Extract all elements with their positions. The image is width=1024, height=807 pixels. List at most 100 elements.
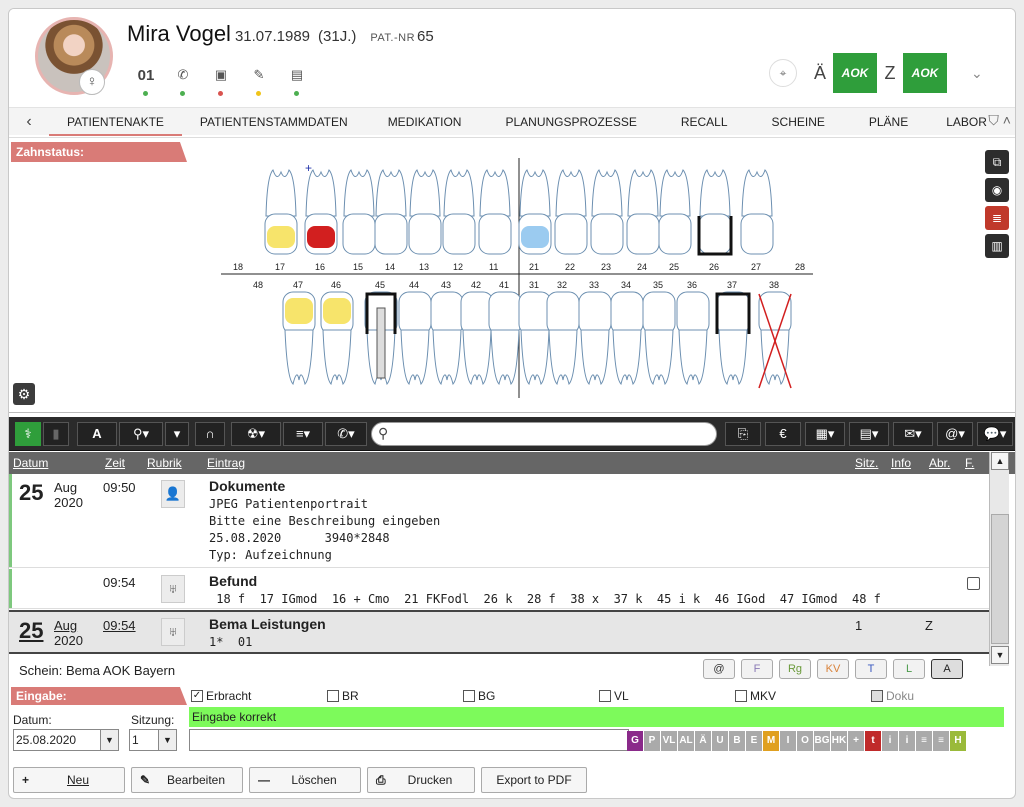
text-icon[interactable]: A [77, 422, 117, 446]
checkbox-box[interactable] [327, 690, 339, 702]
gear-icon[interactable]: ⚙ [13, 383, 35, 405]
schein-button[interactable]: T [855, 659, 887, 679]
schein-button[interactable]: Rg [779, 659, 811, 679]
checkbox-box[interactable] [735, 690, 747, 702]
checkbox-box[interactable]: ✓ [191, 690, 203, 702]
tab-medikation[interactable]: MEDIKATION [366, 108, 484, 136]
schein-button[interactable]: L [893, 659, 925, 679]
code-button[interactable]: Ä [695, 731, 711, 751]
schein-button[interactable]: KV [817, 659, 849, 679]
schein-button[interactable]: @ [703, 659, 735, 679]
checkbox-box[interactable] [871, 690, 883, 702]
code-button[interactable]: BG [814, 731, 830, 751]
scroll-up-icon[interactable]: ▲ [991, 452, 1009, 470]
search-input[interactable]: ⚲ [371, 422, 717, 446]
calendar-icon[interactable]: ▦▾ [805, 422, 845, 446]
caduceus-icon[interactable]: ⚕ [15, 422, 41, 446]
clipboard-icon[interactable]: ⎘ [725, 422, 761, 446]
tab-patientenstammdaten[interactable]: PATIENTENSTAMMDATEN [182, 108, 366, 136]
code-button[interactable]: M [763, 731, 779, 751]
dropdown-icon[interactable]: ▾ [165, 422, 189, 446]
chevron-down-icon[interactable]: ▼ [100, 730, 118, 750]
xray-icon[interactable]: ▥ [985, 234, 1009, 258]
pencil-icon[interactable]: ✎ [247, 67, 271, 96]
schein-button[interactable]: A [931, 659, 963, 679]
aok-logo-z[interactable]: AOK [903, 53, 947, 93]
table-row[interactable]: 09:54 ♅ Befund 18 f 17 IGmod 16 + Cmo 21… [9, 569, 989, 609]
card-icon[interactable]: ▣ [209, 67, 233, 96]
export-pdf-button[interactable]: Export to PDF [481, 767, 587, 793]
code-button[interactable]: I [780, 731, 796, 751]
tooth-filter-icon[interactable]: ▮ [43, 422, 69, 446]
code-button[interactable]: B [729, 731, 745, 751]
checkbox-vl[interactable]: VL [599, 689, 629, 703]
col-abr[interactable]: Abr. [929, 456, 950, 470]
col-rubrik[interactable]: Rubrik [147, 456, 182, 470]
checkbox-br[interactable]: BR [327, 689, 359, 703]
checkbox-mkv[interactable]: MKV [735, 689, 776, 703]
code-button[interactable]: VL [661, 731, 677, 751]
code-button[interactable]: U [712, 731, 728, 751]
col-sitz[interactable]: Sitz. [855, 456, 878, 470]
chevron-down-icon[interactable]: ▼ [158, 730, 176, 750]
dental-chart[interactable]: +18 17 16 15 14 13 12 11 21 22 23 24 25 26 27 2848 47 46 4… [209, 158, 829, 398]
document-icon[interactable]: ▤ [285, 67, 309, 96]
scroll-down-icon[interactable]: ▼ [991, 646, 1009, 664]
table-row[interactable]: 25 Aug 2020 09:50 👤 Dokumente JPEG Patien… [9, 474, 989, 568]
code-button[interactable]: G [627, 731, 643, 751]
tooth-icon[interactable]: ♅ [161, 575, 185, 603]
eingabe-input[interactable] [189, 729, 629, 751]
phone-icon[interactable]: ✆▾ [325, 422, 367, 446]
tooth-icon[interactable]: ⛉ ˄ [988, 112, 1011, 129]
arch-icon[interactable]: ∩ [195, 422, 225, 446]
tooth-icon[interactable]: ♅ [161, 618, 185, 646]
col-datum[interactable]: Datum [13, 456, 48, 470]
list-scrollbar[interactable]: ▲ ▼ [989, 452, 1009, 666]
phone-icon[interactable]: ✆ [171, 67, 195, 96]
bearbeiten-button[interactable]: ✎ Bearbeiten [131, 767, 243, 793]
tab-scheine[interactable]: SCHEINE [750, 108, 847, 136]
loeschen-button[interactable]: — Löschen [249, 767, 361, 793]
location-pin-icon[interactable]: ⌖ [769, 59, 797, 87]
layers-icon[interactable]: ≣ [985, 206, 1009, 230]
scroll-thumb[interactable] [991, 514, 1009, 644]
code-button[interactable]: O [797, 731, 813, 751]
card-icon[interactable]: ▤▾ [849, 422, 889, 446]
col-f[interactable]: F. [965, 456, 974, 470]
tab-planungsprozesse[interactable]: PLANUNGSPROZESSE [483, 108, 658, 136]
neu-button[interactable]: + Neu [13, 767, 125, 793]
code-button[interactable]: E [746, 731, 762, 751]
code-button[interactable]: H [950, 731, 966, 751]
code-button[interactable]: + [848, 731, 864, 751]
schein-button[interactable]: F [741, 659, 773, 679]
checkbox-box[interactable] [599, 690, 611, 702]
code-button[interactable]: HK [831, 731, 847, 751]
row-checkbox[interactable] [967, 577, 980, 590]
chat-icon[interactable]: 💬▾ [977, 422, 1013, 446]
drucken-button[interactable]: ⎙ Drucken [367, 767, 475, 793]
col-info[interactable]: Info [891, 456, 911, 470]
tab-plaene[interactable]: PLÄNE [847, 108, 930, 136]
checkbox-bg[interactable]: BG [463, 689, 495, 703]
code-button[interactable]: i [899, 731, 915, 751]
code-button[interactable]: i [882, 731, 898, 751]
code-button[interactable]: ≡ [933, 731, 949, 751]
col-eintrag[interactable]: Eintrag [207, 456, 245, 470]
code-button[interactable]: t [865, 731, 881, 751]
count-badge[interactable]: 01 [135, 67, 157, 96]
checkbox-doku[interactable]: Doku [871, 689, 914, 703]
sitzung-select[interactable]: 1 ▼ [129, 729, 177, 751]
datum-select[interactable]: 25.08.2020 ▼ [13, 729, 119, 751]
checkbox-erbracht[interactable]: ✓ Erbracht [191, 689, 251, 703]
at-icon[interactable]: @▾ [937, 422, 973, 446]
search-filter-icon[interactable]: ⚲▾ [119, 422, 163, 446]
code-button[interactable]: P [644, 731, 660, 751]
col-zeit[interactable]: Zeit [105, 456, 125, 470]
aok-logo[interactable]: AOK [833, 53, 877, 93]
checkbox-box[interactable] [463, 690, 475, 702]
camera-icon[interactable]: ◉ [985, 178, 1009, 202]
chevron-down-icon[interactable]: ⌄ [971, 65, 983, 82]
windows-icon[interactable]: ⧉ [985, 150, 1009, 174]
table-row-selected[interactable]: 25 Aug 2020 09:54 ♅ Bema Leistungen 1* 01… [9, 610, 989, 654]
tab-recall[interactable]: RECALL [659, 108, 750, 136]
